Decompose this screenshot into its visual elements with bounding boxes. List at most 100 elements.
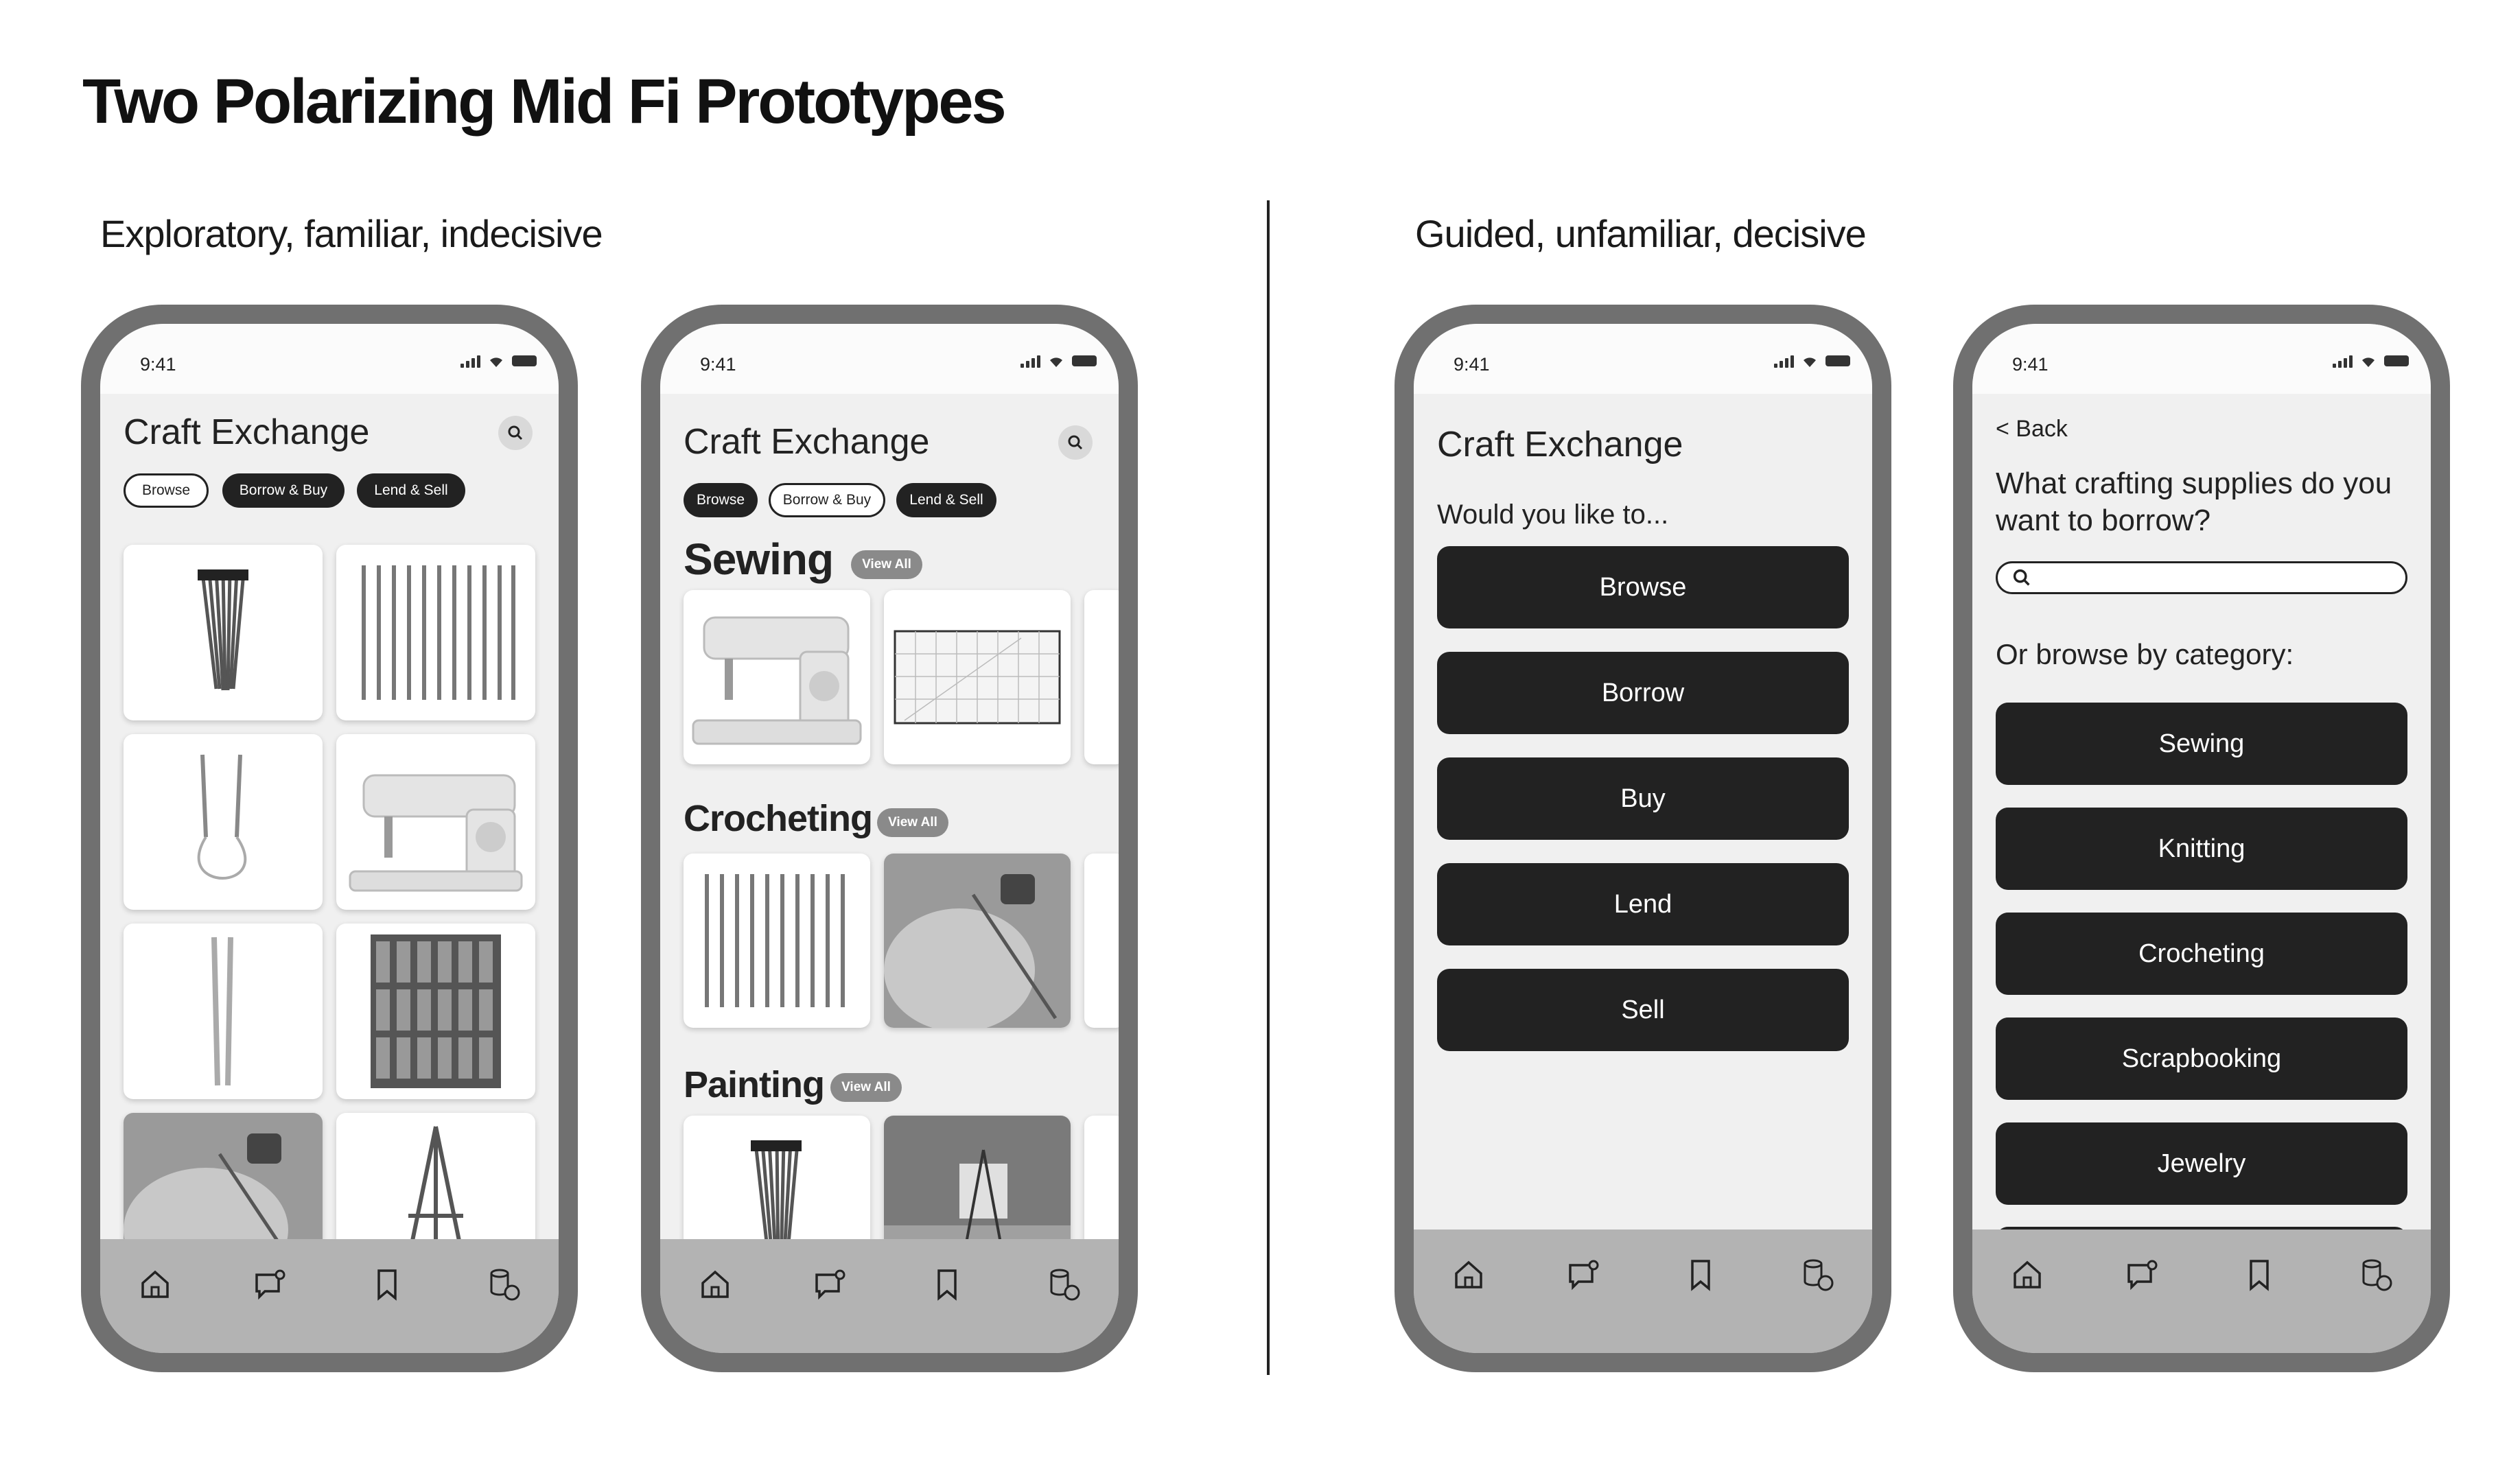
category-button-jewelry[interactable]: Jewelry (1996, 1122, 2407, 1205)
home-icon[interactable] (1449, 1256, 1488, 1294)
bookmark-icon[interactable] (1681, 1256, 1720, 1294)
category-button-knitting[interactable]: Knitting (1996, 808, 2407, 890)
search-button[interactable] (498, 416, 533, 450)
knitting-counter-image (884, 854, 1071, 1028)
battery-icon (1072, 355, 1097, 366)
category-button-crocheting[interactable]: Crocheting (1996, 913, 2407, 995)
chat-icon[interactable] (2123, 1256, 2162, 1294)
status-time: 9:41 (1454, 354, 1490, 375)
phone-screen: 9:41 Craft Exchange Would you like to...… (1414, 324, 1872, 1353)
sewing-machine-image (692, 616, 862, 745)
status-bar: 9:41 (100, 324, 559, 394)
phone-screen: 9:41 < Back What crafting supplies do yo… (1972, 324, 2431, 1353)
app-title: Craft Exchange (1437, 425, 1683, 464)
bottom-tab-bar (100, 1239, 559, 1353)
sewing-machine-image (349, 774, 523, 892)
search-icon (1068, 435, 1083, 450)
product-tile-knitting-needles[interactable] (124, 924, 323, 1099)
category-question: What crafting supplies do you want to bo… (1996, 467, 2392, 537)
product-tile-paintbrushes[interactable] (124, 545, 323, 720)
search-input[interactable] (1996, 561, 2407, 594)
product-tile-partial[interactable] (1084, 854, 1119, 1028)
status-bar: 9:41 (1972, 324, 2431, 394)
tab-borrow-buy[interactable]: Borrow & Buy (769, 483, 885, 517)
tab-lend-sell[interactable]: Lend & Sell (357, 473, 465, 508)
status-time: 9:41 (140, 354, 176, 375)
view-all-sewing-button[interactable]: View All (851, 550, 922, 579)
circular-needles-image (197, 754, 247, 880)
status-time: 9:41 (2012, 354, 2049, 375)
sell-option-button[interactable]: Sell (1437, 969, 1849, 1051)
product-tile-sewing-machine[interactable] (684, 590, 870, 764)
section-title-sewing: Sewing (684, 534, 834, 584)
product-tile-cutting-mat[interactable] (884, 590, 1071, 764)
phone-screen: 9:41 Craft Exchange Browse Borrow & Buy … (660, 324, 1119, 1353)
tab-borrow-buy[interactable]: Borrow & Buy (222, 473, 345, 508)
signal-icon (1774, 354, 1794, 368)
right-subtitle: Guided, unfamiliar, decisive (1415, 212, 1867, 255)
bottom-tab-bar (1972, 1230, 2431, 1353)
coins-icon[interactable] (485, 1265, 523, 1304)
cutting-mat-image (894, 630, 1061, 725)
paintbrushes-image (198, 569, 248, 691)
wifi-icon (1050, 357, 1062, 367)
bookmark-icon[interactable] (2240, 1256, 2278, 1294)
signal-icon (1020, 354, 1040, 368)
status-icons (1774, 354, 1850, 368)
browse-option-button[interactable]: Browse (1437, 546, 1849, 628)
tab-browse[interactable]: Browse (684, 483, 758, 517)
battery-icon (2384, 355, 2409, 366)
category-button-scrapbooking[interactable]: Scrapbooking (1996, 1018, 2407, 1100)
back-link[interactable]: < Back (1996, 416, 2068, 443)
search-button[interactable] (1058, 425, 1093, 460)
home-icon[interactable] (696, 1265, 734, 1304)
bottom-tab-bar (660, 1239, 1119, 1353)
coins-icon[interactable] (2357, 1256, 2395, 1294)
view-all-crocheting-button[interactable]: View All (877, 808, 948, 837)
coins-icon[interactable] (1045, 1265, 1083, 1304)
crochet-hooks-image (362, 565, 515, 700)
product-tile-partial[interactable] (1084, 590, 1119, 764)
phone-category-rows: 9:41 Craft Exchange Browse Borrow & Buy … (641, 305, 1138, 1372)
app-title: Craft Exchange (684, 422, 930, 462)
product-tile-crochet-hooks[interactable] (684, 854, 870, 1028)
borrow-option-button[interactable]: Borrow (1437, 652, 1849, 734)
phone-guided-choice: 9:41 Craft Exchange Would you like to...… (1395, 305, 1891, 1372)
tab-lend-sell[interactable]: Lend & Sell (896, 483, 996, 517)
knitting-needles-image (211, 937, 233, 1086)
search-icon (508, 425, 523, 440)
tab-browse[interactable]: Browse (124, 473, 209, 508)
phone-category-select: 9:41 < Back What crafting supplies do yo… (1953, 305, 2450, 1372)
buy-option-button[interactable]: Buy (1437, 757, 1849, 840)
product-tile-paint-tubes[interactable] (336, 924, 535, 1099)
product-tile-sewing-machine[interactable] (336, 734, 535, 910)
battery-icon (1825, 355, 1850, 366)
section-title-painting: Painting (684, 1064, 825, 1105)
home-icon[interactable] (136, 1265, 174, 1304)
product-tile-knitting-counter[interactable] (884, 854, 1071, 1028)
home-icon[interactable] (2008, 1256, 2046, 1294)
status-icons (2333, 354, 2409, 368)
wifi-icon (1804, 357, 1816, 367)
wifi-icon (2362, 357, 2375, 367)
chat-icon[interactable] (811, 1265, 850, 1304)
product-tile-circular-needles[interactable] (124, 734, 323, 910)
wifi-icon (490, 357, 502, 367)
status-icons (460, 354, 537, 368)
chat-icon[interactable] (251, 1265, 290, 1304)
product-tile-crochet-hooks[interactable] (336, 545, 535, 720)
page-title: Two Polarizing Mid Fi Prototypes (82, 67, 1007, 137)
signal-icon (2333, 354, 2353, 368)
bookmark-icon[interactable] (928, 1265, 966, 1304)
view-all-painting-button[interactable]: View All (830, 1073, 902, 1102)
bookmark-icon[interactable] (368, 1265, 406, 1304)
guided-prompt: Would you like to... (1437, 499, 1669, 530)
divider-line (1267, 200, 1270, 1375)
category-button-sewing[interactable]: Sewing (1996, 703, 2407, 785)
status-bar: 9:41 (1414, 324, 1872, 394)
chat-icon[interactable] (1565, 1256, 1603, 1294)
coins-icon[interactable] (1798, 1256, 1836, 1294)
status-icons (1020, 354, 1097, 368)
browse-category-label: Or browse by category: (1996, 638, 2294, 670)
lend-option-button[interactable]: Lend (1437, 863, 1849, 945)
